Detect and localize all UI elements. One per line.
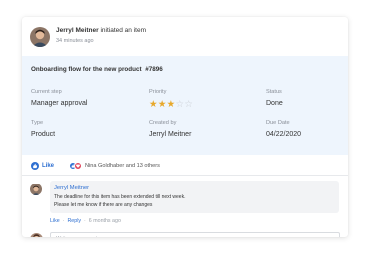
actor-name[interactable]: Jerryl Meitner	[56, 27, 99, 34]
comment-like-link[interactable]: Like	[50, 218, 60, 224]
star-empty-icon: ☆	[184, 99, 194, 110]
item-title-text: Onboarding flow for the new product	[31, 66, 142, 73]
type-label: Type	[31, 120, 44, 126]
reactions-text: Nina Goldhaber and 13 others	[85, 162, 160, 169]
comment-text-line: Please let me know if there are any chan…	[54, 202, 153, 208]
like-label: Like	[42, 162, 55, 169]
activity-text: Jerryl Meitner initiated an item	[56, 27, 146, 34]
comment-reply-link[interactable]: Reply	[67, 218, 81, 224]
activity-card: Jerryl Meitner initiated an item 34 minu…	[22, 17, 348, 237]
star-empty-icon: ☆	[175, 99, 185, 110]
activity-time: 34 minutes ago	[56, 38, 94, 44]
thumbs-up-icon	[31, 161, 39, 170]
created-by-value: Jerryl Meitner	[149, 131, 192, 138]
comment-actions: Like · Reply · 6 months ago	[50, 218, 121, 226]
separator-dot: ·	[62, 218, 65, 224]
actor-avatar[interactable]	[30, 27, 50, 47]
status-label: Status	[266, 89, 282, 95]
item-title[interactable]: Onboarding flow for the new product #789…	[31, 66, 163, 73]
activity-action: initiated an item	[100, 27, 146, 34]
comment-text-line: The deadline for this item has been exte…	[54, 194, 186, 200]
star-filled-icon: ★	[157, 99, 167, 110]
comment-bubble: Jerryl Meitner The deadline for this ite…	[50, 181, 339, 213]
star-filled-icon: ★	[149, 99, 158, 110]
priority-rating: ★★★☆☆	[149, 100, 193, 110]
due-date-value: 04/22/2020	[266, 131, 302, 138]
item-id: #7896	[145, 66, 163, 73]
due-date-label: Due Date	[266, 120, 290, 126]
heart-reaction-icon	[74, 161, 82, 170]
status-value: Done	[266, 100, 283, 107]
comment-input[interactable]	[50, 232, 340, 237]
current-step-value: Manager approval	[31, 100, 88, 107]
item-details: Onboarding flow for the new product #789…	[22, 56, 348, 155]
current-user-avatar[interactable]	[30, 233, 43, 237]
comment-author[interactable]: Jerryl Meitner	[54, 185, 89, 191]
item-actions: Like Nina Goldhaber and 13 others	[22, 155, 348, 176]
priority-label: Priority	[149, 89, 167, 95]
separator-dot: ·	[84, 218, 86, 224]
comment-author-avatar[interactable]	[30, 183, 42, 195]
comment-time: 6 months ago	[88, 218, 121, 224]
current-step-label: Current step	[31, 89, 62, 95]
reactions-summary[interactable]: Nina Goldhaber and 13 others	[69, 160, 160, 171]
activity-header: Jerryl Meitner initiated an item 34 minu…	[22, 17, 348, 56]
created-by-label: Created by	[149, 120, 177, 126]
type-value: Product	[31, 131, 56, 138]
like-button[interactable]: Like	[31, 160, 54, 171]
